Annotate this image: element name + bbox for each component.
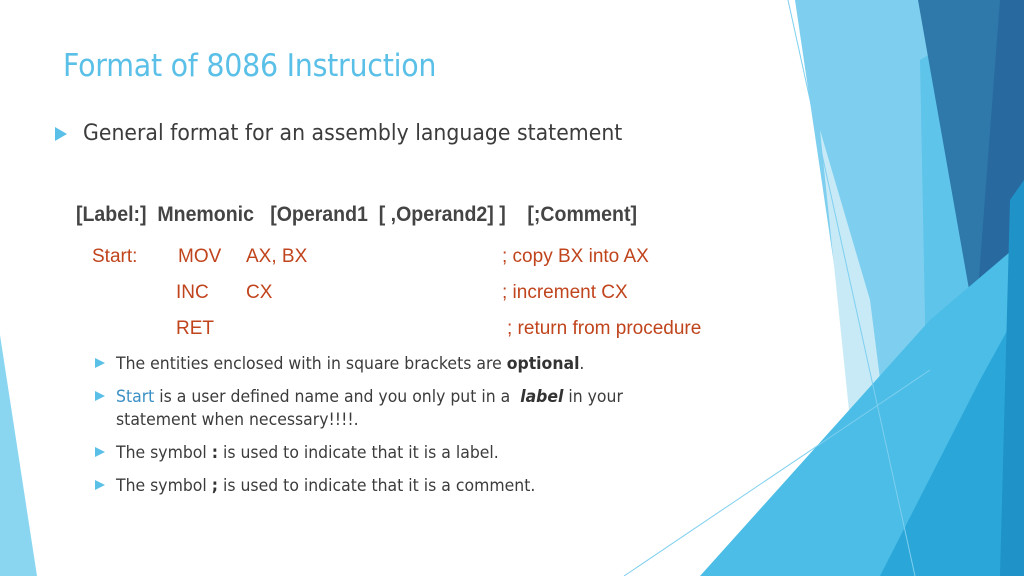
bullet-triangle-icon bbox=[95, 447, 105, 457]
format-line: [Label:] Mnemonic [Operand1 [ ,Operand2]… bbox=[76, 203, 637, 226]
main-bullet-text: General format for an assembly language … bbox=[83, 121, 623, 146]
left-accent-shape bbox=[0, 335, 37, 576]
bullet-triangle-icon bbox=[95, 358, 105, 368]
sub-bullet-text: The entities enclosed with in square bra… bbox=[116, 354, 585, 373]
code-operands: CX bbox=[246, 282, 273, 303]
sub-bullet: The entities enclosed with in square bra… bbox=[95, 352, 715, 375]
code-comment: ; increment CX bbox=[502, 282, 628, 303]
main-bullet: General format for an assembly language … bbox=[55, 121, 663, 146]
code-operands: AX, BX bbox=[246, 246, 308, 267]
code-comment: ; copy BX into AX bbox=[502, 246, 649, 267]
sub-bullet-list: The entities enclosed with in square bra… bbox=[95, 352, 715, 507]
bullet-triangle-icon bbox=[55, 126, 67, 141]
bullet-triangle-icon bbox=[95, 480, 105, 490]
sub-bullet: Start is a user defined name and you onl… bbox=[95, 385, 715, 431]
slide-title: Format of 8086 Instruction bbox=[63, 48, 437, 84]
sub-bullet: The symbol ; is used to indicate that it… bbox=[95, 474, 715, 497]
sub-bullet-text: The symbol ; is used to indicate that it… bbox=[116, 476, 536, 495]
bullet-triangle-icon bbox=[95, 391, 105, 401]
code-label: Start: bbox=[92, 246, 138, 267]
sub-bullet-text: The symbol : is used to indicate that it… bbox=[116, 443, 499, 462]
sub-bullet-text: Start is a user defined name and you onl… bbox=[116, 387, 623, 429]
code-comment: ; return from procedure bbox=[507, 318, 702, 339]
code-mnemonic: RET bbox=[176, 318, 214, 339]
sub-bullet: The symbol : is used to indicate that it… bbox=[95, 441, 715, 464]
code-mnemonic: INC bbox=[176, 282, 209, 303]
code-mnemonic: MOV bbox=[178, 246, 222, 267]
